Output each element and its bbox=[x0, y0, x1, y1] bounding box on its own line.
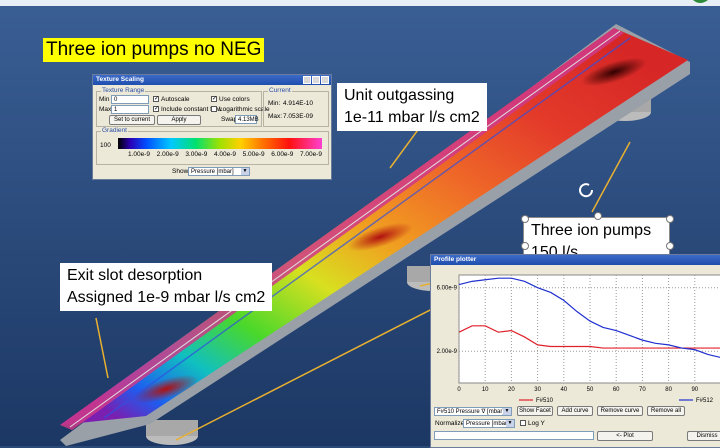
ion-pumps-callout-line1: Three ion pumps bbox=[531, 222, 652, 239]
gradient-tick: 3.00e-9 bbox=[185, 151, 208, 158]
autoscale-label: Autoscale bbox=[161, 96, 190, 103]
chevron-down-icon: ▼ bbox=[503, 408, 511, 415]
max-input[interactable]: 1 bbox=[111, 105, 149, 114]
current-max-value: 7.053E-09 bbox=[283, 113, 313, 120]
log-y-label: Log Y bbox=[528, 420, 545, 427]
resize-handle-n[interactable] bbox=[594, 212, 602, 220]
dismiss-button[interactable]: Dismiss bbox=[687, 431, 720, 441]
x-tick-label: 20 bbox=[508, 387, 515, 393]
gradient-tick: 5.00e-9 bbox=[242, 151, 265, 158]
exit-slot-callout-line1: Exit slot desorption bbox=[67, 267, 203, 284]
chevron-down-icon: ▼ bbox=[241, 168, 249, 175]
x-tick-label: 60 bbox=[613, 387, 620, 393]
x-tick-label: 40 bbox=[560, 387, 567, 393]
gradient-tick: 4.00e-9 bbox=[213, 151, 237, 158]
close-button[interactable] bbox=[321, 76, 329, 84]
gradient-tick: 7.00e-9 bbox=[299, 151, 322, 158]
use-colors-checkbox[interactable]: ✓ bbox=[211, 96, 217, 102]
show-facet-button[interactable]: Show Facet bbox=[517, 406, 553, 416]
gradient-left-value: 100 bbox=[100, 142, 111, 149]
normalize-select-value: Pressure [mbar] bbox=[466, 421, 509, 427]
show-select-value: Pressure [mbar] bbox=[191, 169, 234, 175]
facet-select-value: F#510 Pressure ∇ [mbar] bbox=[437, 409, 505, 415]
minimize-button[interactable] bbox=[303, 76, 311, 84]
outgassing-callout-line2: 1e-11 mbar l/s cm2 bbox=[344, 109, 480, 126]
formula-input[interactable] bbox=[434, 431, 594, 440]
texture-scaling-window: Texture Scaling Texture Range Min 0 ✓ Au… bbox=[92, 74, 332, 180]
gradient-bar bbox=[118, 138, 322, 149]
normalize-select[interactable]: Pressure [mbar] ▼ bbox=[463, 419, 515, 428]
legend-label: F#512 bbox=[696, 398, 714, 404]
show-label: Show bbox=[172, 168, 189, 175]
x-tick-label: 90 bbox=[691, 387, 698, 393]
profile-plotter-titlebar[interactable]: Profile plotter bbox=[431, 255, 720, 265]
log-y-checkbox[interactable] bbox=[520, 420, 526, 426]
texture-scaling-titlebar[interactable]: Texture Scaling bbox=[93, 75, 331, 85]
log-scale-label: Logarithmic scale bbox=[219, 106, 270, 113]
y-tick-label: 2.00e-9 bbox=[437, 349, 458, 355]
swap-value: 4.13MB bbox=[235, 115, 259, 124]
x-tick-label: 0 bbox=[457, 387, 461, 393]
autoscale-checkbox[interactable]: ✓ bbox=[153, 96, 159, 102]
profile-plotter-title: Profile plotter bbox=[434, 256, 477, 263]
min-label: Min bbox=[99, 96, 110, 103]
gradient-tick: 6.00e-9 bbox=[271, 151, 294, 158]
exit-slot-callout[interactable]: Exit slot desorption Assigned 1e-9 mbar … bbox=[60, 263, 273, 311]
chevron-down-icon: ▼ bbox=[506, 420, 514, 427]
max-label: Max bbox=[99, 106, 112, 113]
outgassing-callout[interactable]: Unit outgassing 1e-11 mbar l/s cm2 bbox=[337, 83, 487, 131]
current-max-label: Max: bbox=[268, 113, 283, 120]
current-legend: Current bbox=[268, 87, 292, 94]
normalize-label: Normalize bbox=[435, 420, 465, 427]
x-tick-label: 80 bbox=[665, 387, 672, 393]
profile-chart: 0 10 20 30 40 50 60 70 80 90 6.00e-9 2.00e-9 F#510 F#… bbox=[437, 274, 720, 404]
remove-curve-button[interactable]: Remove curve bbox=[597, 406, 643, 416]
current-group: Current bbox=[263, 87, 329, 127]
resize-handle-e[interactable] bbox=[666, 242, 674, 250]
remove-all-button[interactable]: Remove all bbox=[647, 406, 685, 416]
gradient-ticks: 1.00e-9 2.00e-9 3.00e-9 4.00e-9 5.00e-9 … bbox=[118, 151, 322, 158]
maximize-button[interactable] bbox=[312, 76, 320, 84]
add-curve-button[interactable]: Add curve bbox=[557, 406, 593, 416]
facet-select[interactable]: F#510 Pressure ∇ [mbar] ▼ bbox=[434, 407, 512, 416]
use-colors-label: Use colors bbox=[219, 96, 250, 103]
min-input[interactable]: 0 bbox=[111, 95, 149, 104]
gradient-legend: Gradient bbox=[101, 127, 128, 134]
profile-plotter-window: Profile plotter 0 10 20 30 40 50 60 70 80 90 6.00e… bbox=[430, 254, 720, 448]
exit-slot-callout-line2: Assigned 1e-9 mbar l/s cm2 bbox=[67, 289, 266, 306]
plot-button[interactable]: <- Plot bbox=[597, 431, 653, 441]
resize-handle-ne[interactable] bbox=[666, 215, 674, 223]
legend-label: F#510 bbox=[536, 398, 554, 404]
y-tick-label: 6.00e-9 bbox=[437, 286, 458, 292]
current-min-label: Min: bbox=[268, 100, 281, 107]
resize-handle-nw[interactable] bbox=[521, 215, 529, 223]
show-select[interactable]: Pressure [mbar] ▼ bbox=[188, 167, 250, 176]
texture-range-legend: Texture Range bbox=[101, 87, 146, 94]
x-tick-label: 30 bbox=[534, 387, 541, 393]
current-min-value: 4.914E-10 bbox=[283, 100, 313, 107]
log-scale-checkbox[interactable] bbox=[211, 106, 217, 112]
resize-handle-w[interactable] bbox=[521, 242, 529, 250]
set-to-current-button[interactable]: Set to current bbox=[109, 115, 155, 125]
x-tick-label: 50 bbox=[587, 387, 594, 393]
x-tick-label: 10 bbox=[482, 387, 489, 393]
x-tick-label: 70 bbox=[639, 387, 646, 393]
texture-scaling-title: Texture Scaling bbox=[96, 76, 144, 83]
slide-title: Three ion pumps no NEG bbox=[43, 38, 265, 62]
gradient-tick: 1.00e-9 bbox=[128, 151, 151, 158]
include-flow-checkbox[interactable]: ✓ bbox=[153, 106, 159, 112]
apply-button[interactable]: Apply bbox=[157, 115, 201, 125]
outgassing-callout-line1: Unit outgassing bbox=[344, 87, 455, 104]
gradient-tick: 2.00e-9 bbox=[156, 151, 179, 158]
